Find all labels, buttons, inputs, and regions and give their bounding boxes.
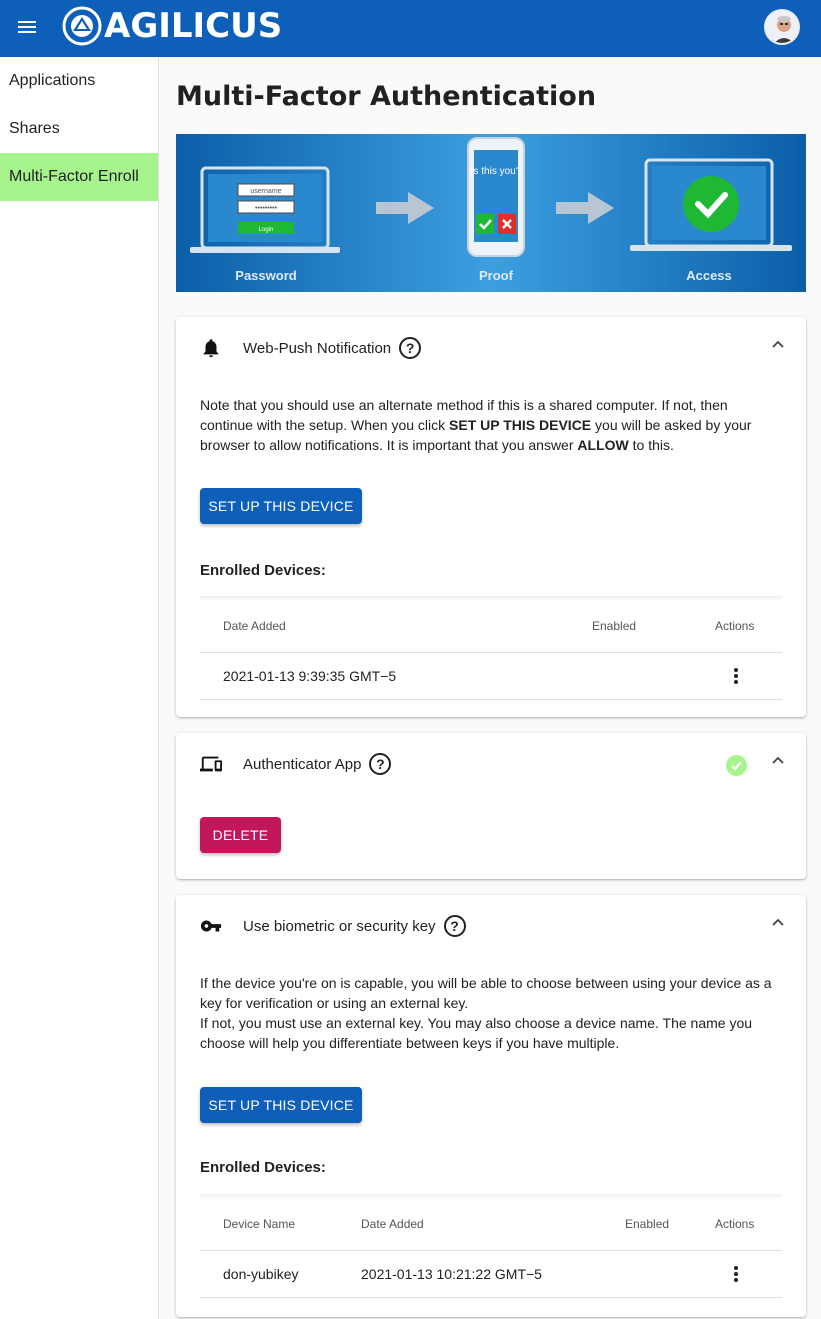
- webpush-desc-bold: SET UP THIS DEVICE: [449, 417, 592, 433]
- mfa-banner-illustration: username ••••••••• Login Is this you? Pa…: [176, 134, 806, 292]
- date-added-cell: 2021-01-13 10:21:22 GMT−5: [361, 1266, 542, 1282]
- security-key-description-1: If the device you're on is capable, you …: [200, 975, 772, 1011]
- devices-icon: [200, 756, 222, 772]
- column-header-enabled[interactable]: Enabled: [592, 619, 636, 633]
- banner-caption-access: Access: [686, 268, 732, 283]
- help-icon[interactable]: ?: [399, 337, 422, 359]
- banner-login-field-2: •••••••••: [255, 205, 278, 212]
- column-header-actions: Actions: [715, 619, 755, 633]
- webpush-devices-table: Date Added Enabled Actions 2021-01-13 9:…: [200, 596, 782, 702]
- webpush-setup-button[interactable]: SET UP THIS DEVICE: [200, 488, 362, 524]
- avatar-image: [766, 11, 798, 43]
- more-vert-icon[interactable]: [726, 1264, 746, 1286]
- agilicus-logo-icon: [62, 6, 102, 46]
- table-header: Device Name Date Added Enabled Actions: [200, 1194, 782, 1250]
- security-key-devices-table: Device Name Date Added Enabled Actions d…: [200, 1194, 782, 1300]
- authenticator-title: Authenticator App: [243, 755, 362, 773]
- banner-login-button: Login: [259, 227, 274, 233]
- security-key-card: Use biometric or security key ? If the d…: [176, 895, 806, 1317]
- webpush-desc-part: to this.: [628, 437, 674, 453]
- chevron-up-icon[interactable]: [770, 915, 786, 931]
- security-key-description-2: If not, you must use an external key. Yo…: [200, 1015, 753, 1051]
- security-key-enrolled-title: Enrolled Devices:: [200, 1159, 326, 1176]
- sidebar-item-label: Multi-Factor Enroll: [9, 168, 139, 185]
- authenticator-title-wrap: Authenticator App ?: [243, 753, 392, 775]
- column-header-device-name[interactable]: Device Name: [223, 1217, 295, 1231]
- column-header-enabled[interactable]: Enabled: [625, 1217, 669, 1231]
- authenticator-card: Authenticator App ? DELETE: [176, 733, 806, 879]
- sidebar: Applications Shares Multi-Factor Enroll: [0, 57, 159, 1319]
- webpush-card: Web-Push Notification ? Note that you sh…: [176, 317, 806, 717]
- webpush-desc-bold: ALLOW: [577, 437, 629, 453]
- table-row: 2021-01-13 9:39:35 GMT−5: [200, 652, 782, 700]
- banner-caption-password: Password: [235, 268, 296, 283]
- webpush-title-wrap: Web-Push Notification ?: [243, 337, 422, 359]
- top-app-bar: AGILICUS: [0, 0, 821, 57]
- mfa-banner: username ••••••••• Login Is this you? Pa…: [176, 134, 806, 292]
- agilicus-logo[interactable]: AGILICUS: [62, 4, 282, 48]
- chevron-up-icon[interactable]: [770, 337, 786, 353]
- more-vert-icon[interactable]: [726, 666, 746, 688]
- banner-caption-proof: Proof: [479, 268, 514, 283]
- check-circle-icon: [726, 755, 747, 776]
- authenticator-card-header[interactable]: Authenticator App ?: [176, 733, 806, 791]
- security-key-title-wrap: Use biometric or security key ?: [243, 915, 466, 937]
- device-name-cell: don-yubikey: [223, 1266, 299, 1282]
- key-icon: [200, 920, 222, 932]
- security-key-title: Use biometric or security key: [243, 917, 436, 935]
- sidebar-item-shares[interactable]: Shares: [0, 105, 158, 153]
- help-icon[interactable]: ?: [443, 915, 466, 937]
- bell-icon: [203, 339, 219, 358]
- sidebar-item-label: Shares: [9, 120, 60, 137]
- user-avatar[interactable]: [764, 9, 800, 45]
- sidebar-item-label: Applications: [9, 72, 96, 89]
- banner-phone-text: Is this you?: [471, 166, 522, 177]
- webpush-description: Note that you should use an alternate me…: [200, 395, 780, 455]
- brand-name: AGILICUS: [104, 6, 283, 46]
- menu-icon[interactable]: [18, 18, 40, 38]
- webpush-enrolled-title: Enrolled Devices:: [200, 562, 326, 579]
- table-row: don-yubikey 2021-01-13 10:21:22 GMT−5: [200, 1250, 782, 1298]
- delete-authenticator-button[interactable]: DELETE: [200, 817, 281, 853]
- column-header-date-added[interactable]: Date Added: [361, 1217, 424, 1231]
- webpush-card-header[interactable]: Web-Push Notification ?: [176, 317, 806, 375]
- sidebar-item-applications[interactable]: Applications: [0, 57, 158, 105]
- column-header-actions: Actions: [715, 1217, 755, 1231]
- page-title: Multi-Factor Authentication: [176, 81, 597, 112]
- table-header: Date Added Enabled Actions: [200, 596, 782, 652]
- date-added-cell: 2021-01-13 9:39:35 GMT−5: [223, 668, 397, 684]
- sidebar-item-multi-factor-enroll[interactable]: Multi-Factor Enroll: [0, 153, 158, 201]
- webpush-title: Web-Push Notification: [243, 339, 392, 357]
- banner-login-field-1: username: [250, 188, 281, 195]
- security-key-setup-button[interactable]: SET UP THIS DEVICE: [200, 1087, 362, 1123]
- column-header-date-added[interactable]: Date Added: [223, 619, 286, 633]
- security-key-card-header[interactable]: Use biometric or security key ?: [176, 895, 806, 953]
- help-icon[interactable]: ?: [369, 753, 392, 775]
- chevron-up-icon[interactable]: [770, 753, 786, 769]
